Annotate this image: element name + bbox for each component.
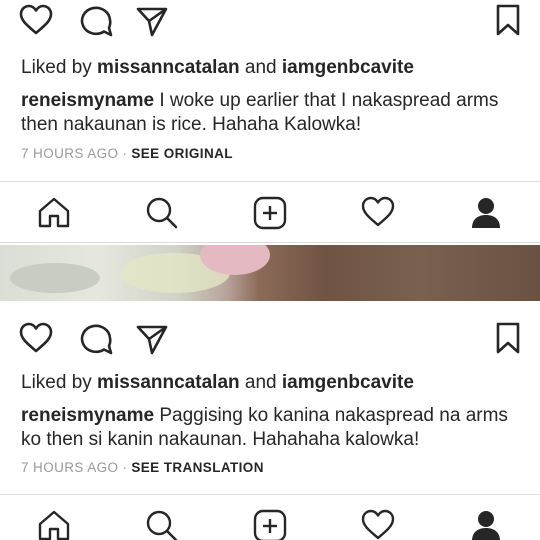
liked-by-text: Liked by missanncatalan and iamgenbcavit… (21, 57, 414, 78)
add-post-icon[interactable] (253, 509, 287, 540)
profile-icon[interactable] (469, 196, 503, 230)
bottom-nav-bar (0, 181, 540, 243)
post-caption: reneismyname Paggising ko kanina nakaspr… (21, 404, 521, 452)
share-icon[interactable] (135, 4, 169, 38)
caption-username[interactable]: reneismyname (21, 90, 154, 111)
activity-heart-icon[interactable] (361, 509, 395, 540)
profile-icon[interactable] (469, 509, 503, 540)
liker-username[interactable]: iamgenbcavite (282, 57, 414, 78)
liker-username[interactable]: missanncatalan (97, 57, 240, 78)
meta-separator: · (122, 146, 128, 161)
liked-by-text: Liked by missanncatalan and iamgenbcavit… (21, 372, 414, 393)
post-meta: 7 HOURS AGO · SEE ORIGINAL (21, 146, 233, 161)
see-original-link[interactable]: SEE ORIGINAL (131, 146, 233, 161)
post-photo[interactable] (0, 245, 540, 301)
post-timestamp: 7 HOURS AGO (21, 146, 119, 161)
bottom-nav-bar (0, 494, 540, 540)
see-translation-link[interactable]: SEE TRANSLATION (131, 460, 264, 475)
post-timestamp: 7 HOURS AGO (21, 460, 119, 475)
add-post-icon[interactable] (253, 196, 287, 230)
post-actions-row (0, 318, 540, 362)
comment-icon[interactable] (80, 322, 114, 356)
search-icon[interactable] (145, 196, 179, 230)
meta-separator: · (122, 460, 128, 475)
share-icon[interactable] (135, 322, 169, 356)
bookmark-icon[interactable] (495, 4, 521, 36)
bookmark-icon[interactable] (495, 322, 521, 354)
heart-icon[interactable] (19, 4, 53, 36)
liker-username[interactable]: missanncatalan (97, 372, 240, 393)
home-icon[interactable] (37, 196, 71, 228)
post-actions-row (0, 0, 540, 44)
heart-icon[interactable] (19, 322, 53, 354)
comment-icon[interactable] (80, 4, 114, 38)
activity-heart-icon[interactable] (361, 196, 395, 228)
post-meta: 7 HOURS AGO · SEE TRANSLATION (21, 460, 264, 475)
home-icon[interactable] (37, 509, 71, 540)
caption-username[interactable]: reneismyname (21, 405, 154, 426)
post-caption: reneismyname I woke up earlier that I na… (21, 89, 521, 137)
liker-username[interactable]: iamgenbcavite (282, 372, 414, 393)
search-icon[interactable] (145, 509, 179, 540)
